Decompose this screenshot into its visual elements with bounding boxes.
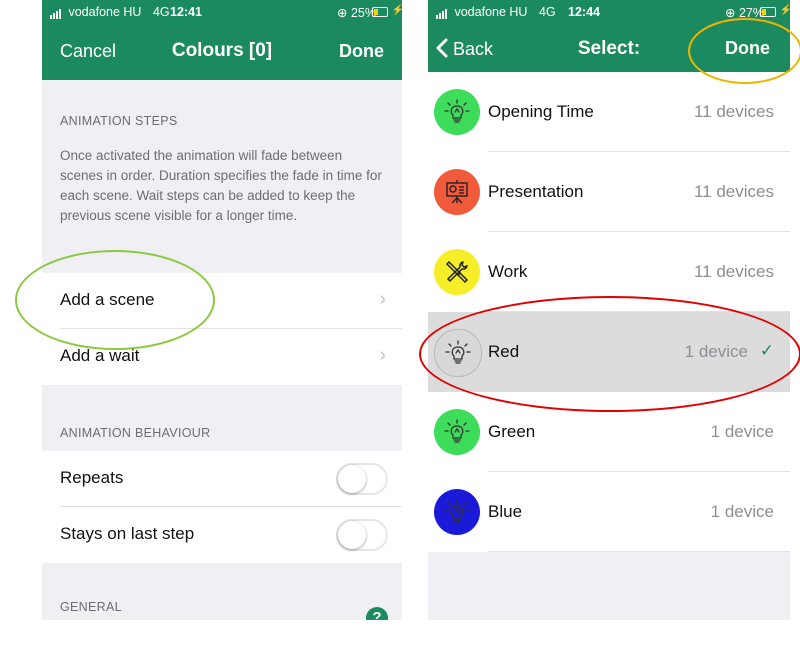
- checkmark-icon: ✓: [759, 341, 774, 360]
- network: 4G: [538, 5, 556, 19]
- lightbulb-icon: [434, 409, 480, 455]
- presentation-icon: [434, 169, 480, 215]
- battery-icon: [372, 7, 388, 17]
- colours-screen: vodafone HU 4G 12:41 ⊕ 25% ⚡ Cancel Colo…: [42, 0, 402, 620]
- select-scene-screen: vodafone HU 4G 12:44 ⊕ 27% ⚡ Back Select…: [428, 0, 790, 620]
- device-count: 11 devices: [693, 182, 774, 201]
- signal-icon: [436, 5, 448, 19]
- animation-steps-header: ANIMATION STEPS: [60, 114, 178, 128]
- device-count: 11 devices: [693, 262, 774, 281]
- stays-on-last-step-toggle[interactable]: [336, 519, 388, 551]
- lightbulb-icon: [434, 329, 482, 377]
- toggle-knob: [338, 521, 366, 549]
- done-button[interactable]: Done: [339, 41, 384, 62]
- scene-row[interactable]: Work 11 devices: [428, 232, 790, 312]
- general-header: GENERAL: [60, 600, 122, 614]
- status-time: 12:44: [568, 5, 600, 19]
- nav-bar: Cancel Colours [0] Done: [42, 24, 402, 80]
- battery-icon: [760, 7, 776, 17]
- status-time: 12:41: [170, 5, 202, 19]
- done-button[interactable]: Done: [725, 38, 770, 59]
- device-count: 1 device: [710, 422, 774, 441]
- charging-icon: ⚡: [391, 5, 402, 16]
- scene-row[interactable]: Red 1 device ✓: [428, 312, 790, 392]
- repeats-toggle[interactable]: [336, 463, 388, 495]
- scene-name: Red: [488, 342, 520, 361]
- add-scene-label: Add a scene: [60, 290, 155, 309]
- animation-steps-description: Once activated the animation will fade b…: [60, 148, 382, 223]
- charging-icon: ⚡: [779, 5, 790, 16]
- tools-icon: [434, 249, 480, 295]
- signal-icon: [50, 5, 62, 19]
- animation-behaviour-header: ANIMATION BEHAVIOUR: [60, 426, 211, 440]
- lightbulb-icon: [434, 489, 480, 535]
- scene-row[interactable]: Presentation 11 devices: [428, 152, 790, 232]
- help-button[interactable]: ?: [366, 607, 388, 620]
- scene-row[interactable]: Green 1 device: [428, 392, 790, 472]
- repeats-row: Repeats: [42, 451, 402, 507]
- scene-name: Work: [488, 262, 528, 281]
- add-wait-label: Add a wait: [60, 346, 140, 365]
- battery-text: ⊕ 25%: [337, 6, 376, 20]
- repeats-label: Repeats: [60, 468, 124, 487]
- status-bar: vodafone HU 4G 12:44 ⊕ 27% ⚡: [428, 0, 790, 24]
- add-wait-row[interactable]: Add a wait ›: [42, 329, 402, 385]
- chevron-right-icon: ›: [379, 288, 386, 310]
- battery-text: ⊕ 27%: [725, 6, 764, 20]
- device-count: 1 device: [684, 342, 748, 361]
- scene-list: Opening Time 11 devices Presentation 11 dev…: [428, 72, 790, 552]
- stays-on-last-step-row: Stays on last step: [42, 507, 402, 563]
- carrier: vodafone HU: [68, 5, 142, 19]
- divider: [488, 551, 790, 552]
- network: 4G: [152, 5, 170, 19]
- status-bar: vodafone HU 4G 12:41 ⊕ 25% ⚡: [42, 0, 402, 24]
- device-count: 11 devices: [693, 102, 774, 121]
- lightbulb-icon: [434, 89, 480, 135]
- toggle-knob: [338, 465, 366, 493]
- nav-bar: Back Select: Done: [428, 24, 790, 72]
- carrier: vodafone HU: [454, 5, 528, 19]
- chevron-right-icon: ›: [379, 344, 386, 366]
- scene-name: Blue: [488, 502, 523, 521]
- scene-name: Presentation: [488, 182, 584, 201]
- device-count: 1 device: [710, 502, 774, 521]
- add-scene-row[interactable]: Add a scene ›: [42, 273, 402, 329]
- scene-row[interactable]: Opening Time 11 devices: [428, 72, 790, 152]
- stays-on-last-step-label: Stays on last step: [60, 524, 195, 543]
- scene-name: Green: [488, 422, 536, 441]
- scene-name: Opening Time: [488, 102, 594, 121]
- scene-row[interactable]: Blue 1 device: [428, 472, 790, 552]
